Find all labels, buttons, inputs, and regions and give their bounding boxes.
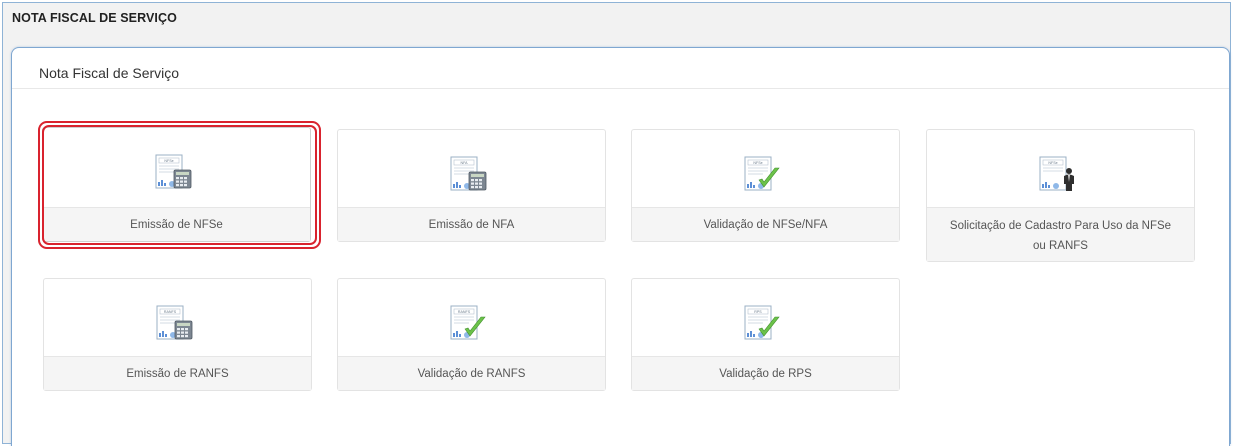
tile-label: Validação de RPS	[632, 356, 899, 390]
rps-check-icon: RPS	[744, 305, 780, 340]
nfse-check-icon: NFSe	[744, 156, 780, 191]
tile-emissao-nfse[interactable]: NFSe Emissão de NFSe	[42, 127, 311, 242]
tile-label: Emissão de NFA	[338, 207, 605, 241]
tile-label: Solicitação de Cadastro Para Uso da NFSe…	[927, 207, 1194, 261]
tile-emissao-nfa[interactable]: NFA Emissão de NFA	[337, 129, 606, 242]
tile-emissao-ranfs[interactable]: RANFS Emissão de RANFS	[43, 278, 312, 391]
tile-validacao-nfse-nfa[interactable]: NFSe Validação de NFSe/NFA	[631, 129, 900, 242]
icon-badge: NFA	[460, 161, 468, 165]
nfa-calculator-icon: NFA	[450, 156, 486, 191]
tile-solicitacao-cadastro[interactable]: NFSe Solicitação de Cadastro Para Uso da…	[926, 129, 1195, 262]
nfse-calculator-icon: NFSe	[155, 154, 191, 189]
tile-validacao-rps[interactable]: RPS Validação de RPS	[631, 278, 900, 391]
icon-badge: RANFS	[163, 310, 176, 314]
window-title: NOTA FISCAL DE SERVIÇO	[12, 11, 177, 25]
icon-badge: NFSe	[164, 159, 173, 163]
panel-header: Nota Fiscal de Serviço	[12, 48, 1229, 89]
icon-badge: NFSe	[1048, 161, 1057, 165]
tile-validacao-ranfs[interactable]: RANFS Validação de RANFS	[337, 278, 606, 391]
ranfs-calculator-icon: RANFS	[156, 305, 192, 340]
tile-label: Validação de RANFS	[338, 356, 605, 390]
icon-badge: RANFS	[457, 310, 470, 314]
nfse-person-icon: NFSe	[1039, 156, 1074, 191]
tile-label: Validação de NFSe/NFA	[632, 207, 899, 241]
panel-title: Nota Fiscal de Serviço	[39, 65, 180, 81]
icon-badge: NFSe	[753, 161, 762, 165]
tile-label: Emissão de RANFS	[44, 356, 311, 390]
ranfs-check-icon: RANFS	[450, 305, 486, 340]
icon-badge: RPS	[754, 310, 762, 314]
tile-label: Emissão de NFSe	[43, 207, 310, 241]
